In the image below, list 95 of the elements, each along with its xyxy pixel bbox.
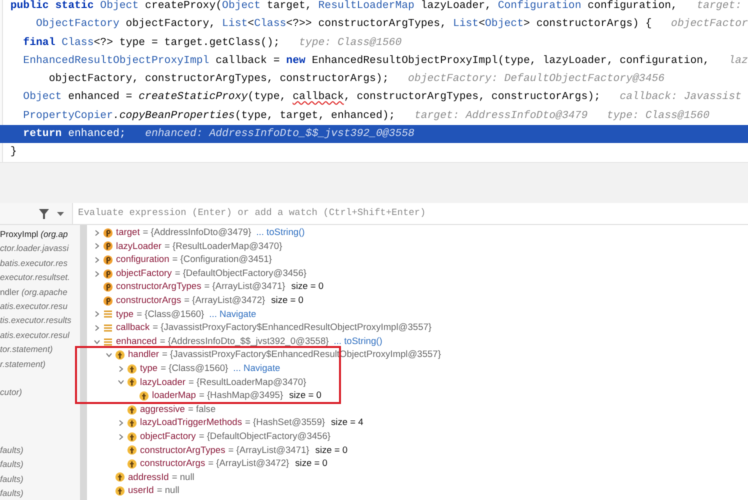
variable-value: = {AddressInfoDto_$$_jvst392_0@3558} (160, 334, 329, 348)
variable-name: target (116, 226, 140, 239)
field-icon (127, 404, 137, 415)
scrollbar[interactable] (80, 225, 87, 500)
variable-name: constructorArgs (116, 294, 182, 307)
variable-name: userId (128, 484, 154, 498)
variable-value: = {Class@1560} (160, 362, 228, 375)
variable-value: = {AddressInfoDto@3479} (142, 226, 252, 239)
code-line: } (9, 145, 18, 160)
variable-value: = {HashSet@3559} (244, 416, 325, 430)
stack-frame[interactable]: executor.resultset. (0, 270, 70, 285)
variable-name: constructorArgs (140, 457, 206, 470)
stack-frame[interactable]: cutor) (0, 385, 22, 400)
stack-frame[interactable]: ctor.loader.javassi (0, 241, 69, 256)
filter-icon[interactable] (39, 208, 49, 218)
field-icon (115, 486, 125, 496)
variable-name: lazyLoader (116, 240, 162, 253)
variable-name: configuration (116, 253, 170, 266)
stack-frame[interactable]: tor.statement) (0, 342, 53, 357)
field-icon (127, 445, 137, 456)
variable-name: loaderMap (152, 389, 196, 402)
variable-name: type (140, 362, 158, 375)
code-line: objectFactory, constructorArgTypes, constructorArgs); objectFactory: DefaultObjectFactory@3456 (48, 72, 666, 88)
variable-value: = false (188, 402, 216, 416)
variable-name: constructorArgTypes (140, 444, 226, 457)
variable-name: constructorArgTypes (116, 280, 202, 294)
variable-value: = {ArrayList@3472} (184, 294, 266, 307)
variable-name: objectFactory (116, 266, 172, 280)
dropdown-caret-icon[interactable] (57, 212, 64, 216)
parameter-icon (103, 254, 113, 265)
variable-name: enhanced (116, 334, 157, 348)
parameter-icon (103, 228, 113, 238)
stack-frame[interactable]: ProxyImpl (org.ap (0, 227, 68, 242)
stack-frame[interactable]: atis.executor.resul (0, 328, 70, 342)
variable-value: = {Class@1560} (136, 308, 204, 321)
variable-name: lazyLoadTriggerMethods (140, 416, 242, 430)
variable-name: aggressive (140, 402, 185, 416)
code-line: EnhancedResultObjectProxyImpl callback = new EnhancedResultObjectProxyImpl(type, lazyLoader, configuration, laz (22, 54, 748, 69)
parameter-icon (103, 241, 113, 252)
variable-value: = {Configuration@3451} (172, 253, 272, 266)
value-link[interactable]: ... toString() (256, 226, 305, 240)
stack-frame[interactable]: faults) (0, 486, 24, 500)
parameter-icon (103, 296, 113, 306)
stack-frame[interactable]: faults) (0, 442, 24, 458)
size-label: size = 0 (295, 457, 328, 470)
code-line: ObjectFactory objectFactory, List<Class<?>> constructorArgTypes, List<Object> constructorArgs) { objectFactor (35, 17, 748, 32)
parameter-icon (103, 282, 113, 292)
variable-value: = {ArrayList@3472} (208, 457, 290, 470)
code-line: public static Object createProxy(Object target, ResultLoaderMap lazyLoader, Configuration configuration, target: (9, 0, 743, 14)
size-label: size = 0 (315, 444, 348, 456)
variable-name: callback (116, 321, 150, 334)
stack-frame[interactable]: r.statement) (0, 356, 46, 371)
size-label: size = 4 (330, 416, 364, 430)
variable-value: = {ArrayList@3471} (204, 280, 286, 294)
variable-icon (103, 322, 113, 333)
field-icon (139, 390, 149, 401)
stack-frame[interactable]: faults) (0, 457, 24, 472)
variable-name: handler (128, 348, 160, 362)
variable-name: type (116, 308, 134, 321)
stack-frame[interactable]: tis.executor.results (0, 313, 72, 328)
field-icon (127, 432, 137, 442)
stack-frame[interactable]: faults) (0, 472, 24, 486)
size-label: size = 0 (271, 294, 304, 307)
stack-frame[interactable]: atis.executor.resu (0, 298, 68, 314)
value-link[interactable]: ... Navigate (209, 308, 256, 322)
field-icon (115, 472, 125, 482)
variable-value: = {DefaultObjectFactory@3456} (198, 430, 330, 443)
variable-value: = {DefaultObjectFactory@3456} (174, 266, 306, 280)
size-label: size = 0 (291, 280, 324, 294)
value-link[interactable]: ... Navigate (233, 362, 280, 376)
variable-name: addressId (128, 470, 169, 484)
field-icon (127, 364, 137, 374)
variable-value: = {ResultLoaderMap@3470} (164, 240, 282, 253)
code-line: Object enhanced = createStaticProxy(type, callback, constructorArgTypes, constructorArgs); callback: Javassist (22, 90, 743, 106)
code-line: final Class<?> type = target.getClass(); type: Class@1560 (22, 36, 403, 51)
variable-value: = {ResultLoaderMap@3470} (188, 376, 306, 389)
stack-frame[interactable]: ndler (org.apache (0, 284, 68, 299)
size-label: size = 0 (289, 389, 322, 402)
variable-value: = {ArrayList@3471} (228, 444, 310, 457)
variable-name: objectFactory (140, 430, 196, 443)
variable-value: = null (172, 470, 194, 484)
stack-frame[interactable]: batis.executor.res (0, 256, 68, 270)
variable-value: = null (156, 484, 180, 498)
variable-name: lazyLoader (140, 376, 186, 389)
variable-icon (103, 309, 113, 320)
field-icon (127, 377, 137, 388)
code-line: PropertyCopier.copyBeanProperties(type, target, enhanced); target: AddressInfoDto@3479 type: Class@1560 (22, 108, 710, 124)
variable-value: = {JavassistProxyFactory$EnhancedResultObjectProxyImpl@3557} (152, 321, 432, 334)
variable-icon (103, 336, 113, 347)
parameter-icon (103, 268, 113, 279)
field-icon (127, 458, 137, 469)
value-link[interactable]: ... toString() (334, 334, 382, 348)
variable-value: = {HashMap@3495} (198, 389, 284, 402)
field-icon (115, 350, 125, 360)
field-icon (127, 418, 137, 428)
